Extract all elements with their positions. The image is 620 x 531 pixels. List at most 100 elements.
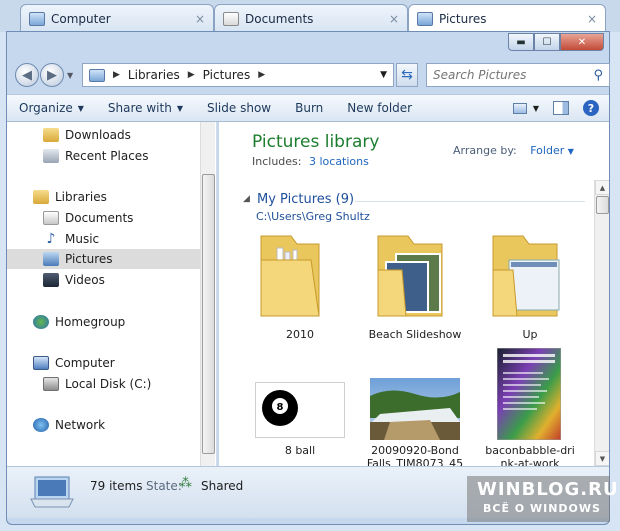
folder-icon	[260, 235, 320, 317]
folder-icon	[492, 235, 560, 317]
breadcrumb-separator-icon[interactable]: ▶	[188, 70, 195, 80]
minimize-button[interactable]: ▬	[508, 33, 534, 51]
file-item[interactable]: 8 8 ball	[245, 348, 355, 466]
search-icon[interactable]: ⚲	[593, 68, 603, 83]
collapse-group-icon[interactable]: ◢	[243, 194, 250, 204]
navigation-scrollbar[interactable]	[200, 122, 215, 466]
help-icon[interactable]: ?	[583, 100, 599, 116]
file-name: baconbabble-dri nk-at-work	[475, 444, 585, 466]
forward-button[interactable]: ▶	[40, 63, 64, 87]
sidebar-item-videos[interactable]: Videos	[7, 270, 215, 290]
state-value: Shared	[201, 479, 244, 493]
libraries-icon	[33, 190, 49, 204]
breadcrumb-pictures[interactable]: Pictures	[203, 68, 251, 82]
sidebar-item-downloads[interactable]: Downloads	[7, 125, 215, 145]
recent-pages-chevron-icon[interactable]: ▼	[67, 71, 73, 80]
file-name: 2010	[286, 328, 314, 341]
back-arrow-icon: ◀	[22, 67, 32, 83]
breadcrumb-separator-icon[interactable]: ▶	[258, 70, 265, 80]
sidebar-item-label: Local Disk (C:)	[65, 377, 152, 391]
sidebar-item-computer[interactable]: Computer	[7, 353, 215, 373]
scroll-down-icon[interactable]: ▼	[595, 451, 609, 466]
forward-arrow-icon: ▶	[47, 67, 57, 83]
recent-places-icon	[43, 149, 59, 163]
tab-close-icon[interactable]: ×	[195, 12, 205, 26]
file-item[interactable]: Beach Slideshow	[360, 230, 470, 341]
tab-close-icon[interactable]: ×	[587, 12, 597, 26]
search-box[interactable]: ⚲	[426, 63, 610, 87]
library-includes: Includes: 3 locations	[252, 155, 369, 168]
sidebar-item-pictures[interactable]: Pictures	[7, 249, 215, 269]
scrollbar-thumb[interactable]	[202, 174, 215, 454]
address-dropdown-icon[interactable]: ▼	[380, 70, 387, 80]
sidebar-item-label: Homegroup	[55, 315, 126, 329]
organize-button[interactable]: Organize ▼	[7, 101, 96, 115]
folder-icon	[377, 235, 443, 317]
tab-computer[interactable]: Computer ×	[20, 4, 214, 32]
music-icon: ♪	[46, 231, 56, 247]
new-folder-button[interactable]: New folder	[335, 101, 424, 115]
dropdown-arrow-icon: ▼	[567, 147, 574, 156]
network-icon	[33, 418, 49, 432]
videos-icon	[43, 273, 59, 287]
sidebar-item-music[interactable]: ♪ Music	[7, 229, 215, 249]
pictures-library-icon	[89, 68, 105, 82]
tab-label: Computer	[51, 11, 111, 26]
breadcrumb-libraries[interactable]: Libraries	[128, 68, 180, 82]
dropdown-arrow-icon: ▼	[77, 103, 84, 113]
arrange-by: Arrange by: Folder ▼	[453, 144, 574, 157]
pictures-icon	[43, 252, 59, 266]
scrollbar-thumb[interactable]	[596, 196, 609, 214]
slide-show-button[interactable]: Slide show	[195, 101, 283, 115]
tab-documents[interactable]: Documents ×	[214, 4, 408, 32]
item-count: 79 items	[90, 479, 143, 493]
scroll-up-icon[interactable]: ▲	[595, 180, 609, 195]
command-bar: Organize ▼ Share with ▼ Slide show Burn …	[7, 94, 609, 122]
address-bar[interactable]: ▶ Libraries ▶ Pictures ▶ ▼	[82, 63, 394, 87]
refresh-button[interactable]: ⇆	[396, 63, 418, 87]
library-title: Pictures library	[252, 132, 380, 152]
dropdown-arrow-icon: ▼	[532, 103, 539, 113]
sidebar-item-label: Downloads	[65, 128, 131, 142]
file-item[interactable]: Up	[475, 230, 585, 341]
search-input[interactable]	[433, 68, 594, 82]
computer-icon	[33, 356, 49, 370]
sidebar-item-libraries[interactable]: Libraries	[7, 187, 215, 207]
image-thumbnail-bond-falls	[370, 378, 460, 440]
arrange-by-dropdown[interactable]: Folder ▼	[530, 144, 574, 157]
file-item[interactable]: 2010	[245, 230, 355, 341]
file-item[interactable]: 20090920-Bond Falls_TIM8073_45	[360, 348, 470, 466]
file-name-line: 20090920-Bond	[371, 444, 459, 457]
file-item[interactable]: baconbabble-dri nk-at-work	[475, 348, 585, 466]
change-view-button[interactable]: ▼	[512, 102, 539, 114]
sidebar-item-recent-places[interactable]: Recent Places	[7, 146, 215, 166]
tab-pictures[interactable]: Pictures ×	[408, 4, 606, 33]
preview-pane-icon[interactable]	[553, 101, 569, 115]
sidebar-item-local-disk[interactable]: Local Disk (C:)	[7, 374, 215, 394]
watermark: WINBLOG.RU ВСЁ О WINDOWS	[467, 476, 618, 522]
close-button[interactable]: ✕	[560, 33, 604, 51]
share-with-button[interactable]: Share with ▼	[96, 101, 195, 115]
sidebar-item-documents[interactable]: Documents	[7, 208, 215, 228]
sidebar-item-label: Music	[65, 232, 100, 246]
file-name-line: nk-at-work	[500, 457, 560, 466]
back-button[interactable]: ◀	[15, 63, 39, 87]
sidebar-item-network[interactable]: Network	[7, 415, 215, 435]
state-label: State:	[146, 479, 182, 493]
file-name: Up	[522, 328, 538, 341]
tab-close-icon[interactable]: ×	[389, 12, 399, 26]
sidebar-item-label: Computer	[55, 356, 115, 370]
content-scrollbar[interactable]: ▲ ▼	[594, 180, 609, 466]
sidebar-item-label: Network	[55, 418, 106, 432]
breadcrumb-separator-icon[interactable]: ▶	[113, 70, 120, 80]
file-name-line: Falls_TIM8073_45	[366, 457, 464, 466]
sidebar-item-homegroup[interactable]: Homegroup	[7, 312, 215, 332]
locations-link[interactable]: 3 locations	[309, 155, 369, 168]
image-thumbnail-8-ball: 8	[255, 382, 345, 438]
sidebar-item-label: Pictures	[65, 252, 113, 266]
view-icon	[512, 102, 527, 114]
maximize-button[interactable]: ☐	[534, 33, 560, 51]
group-header[interactable]: My Pictures (9)	[257, 192, 354, 207]
group-divider	[355, 201, 585, 202]
burn-button[interactable]: Burn	[283, 101, 335, 115]
